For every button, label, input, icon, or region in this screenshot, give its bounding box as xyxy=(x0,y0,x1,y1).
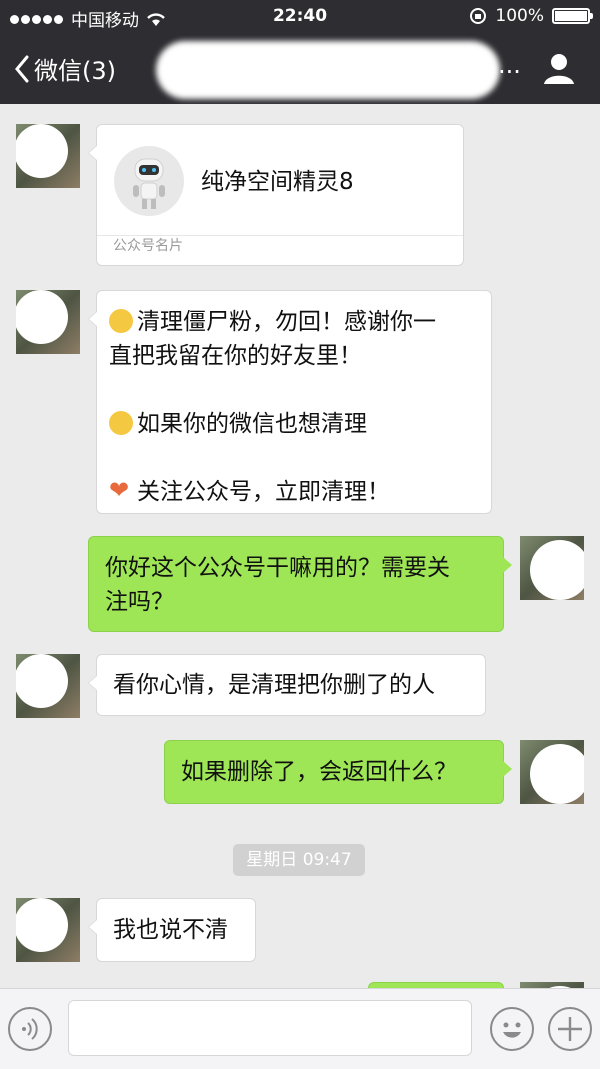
back-button[interactable]: 微信(3) xyxy=(14,51,116,86)
emoji-icon xyxy=(503,1022,521,1038)
card-type-label: 公众号名片 xyxy=(113,238,183,254)
message-line: 清理僵尸粉，勿回！感谢你一 xyxy=(109,305,479,339)
smile-emoji-icon xyxy=(109,309,133,333)
status-right: 100% xyxy=(469,6,593,26)
message-line: 注吗？ xyxy=(105,589,174,615)
my-avatar[interactable] xyxy=(520,740,584,804)
battery-percent: 100% xyxy=(495,6,544,26)
heart-emoji-icon xyxy=(109,473,133,507)
add-button[interactable] xyxy=(548,1007,592,1051)
message-line: 看你心情，是清理把你删了的人 xyxy=(113,672,435,698)
back-label: 微信(3) xyxy=(34,57,116,85)
message-line xyxy=(109,373,479,407)
message-input[interactable] xyxy=(68,1000,472,1056)
status-bar: 中国移动 22:40 100% xyxy=(0,0,600,33)
nav-bar: 微信(3) ... xyxy=(0,33,600,104)
robot-icon xyxy=(114,146,184,216)
input-toolbar xyxy=(0,988,600,1069)
pleading-emoji-icon xyxy=(109,411,133,435)
chevron-left-icon xyxy=(15,55,29,82)
voice-button[interactable] xyxy=(8,1007,52,1051)
timestamp: 星期日 09:47 xyxy=(233,844,365,876)
message-list[interactable]: 纯净空间精灵8 公众号名片 清理僵尸粉，勿回！感谢你一 直把我留在你的好友里！ … xyxy=(0,104,600,988)
my-text-message[interactable]: 如果删除了，会返回什么？ xyxy=(164,740,512,804)
orientation-lock-icon xyxy=(470,8,487,24)
contact-avatar[interactable] xyxy=(16,898,80,962)
person-icon[interactable] xyxy=(542,51,576,85)
card-name: 纯净空间精灵8 xyxy=(201,169,354,195)
text-message[interactable]: 清理僵尸粉，勿回！感谢你一 直把我留在你的好友里！ 如果你的微信也想清理 关注公… xyxy=(88,290,492,514)
battery-icon xyxy=(552,8,593,24)
message-line: 关注公众号，立即清理！ xyxy=(109,473,479,509)
contact-avatar[interactable] xyxy=(16,290,80,354)
contact-avatar[interactable] xyxy=(16,124,80,188)
message-line: 如果你的微信也想清理 xyxy=(109,407,479,441)
my-avatar[interactable] xyxy=(520,536,584,600)
message-line: 直把我留在你的好友里！ xyxy=(109,343,362,369)
message-line xyxy=(109,441,479,475)
title-ellipsis: ... xyxy=(498,51,521,79)
message-line: 你好这个公众号干嘛用的？需要关 xyxy=(105,555,450,581)
card-message[interactable]: 纯净空间精灵8 公众号名片 xyxy=(88,124,464,266)
message-line: 如果删除了，会返回什么？ xyxy=(181,759,457,785)
chat-title xyxy=(156,41,500,99)
contact-avatar[interactable] xyxy=(16,654,80,718)
my-text-message[interactable]: 你好这个公众号干嘛用的？需要关 注吗？ xyxy=(88,536,512,632)
text-message[interactable]: 看你心情，是清理把你删了的人 xyxy=(88,654,486,716)
emoji-button[interactable] xyxy=(490,1007,534,1051)
voice-icon xyxy=(22,1018,38,1040)
plus-icon xyxy=(558,1017,582,1041)
message-line: 我也说不清 xyxy=(113,917,228,943)
text-message[interactable]: 我也说不清 xyxy=(88,898,256,962)
